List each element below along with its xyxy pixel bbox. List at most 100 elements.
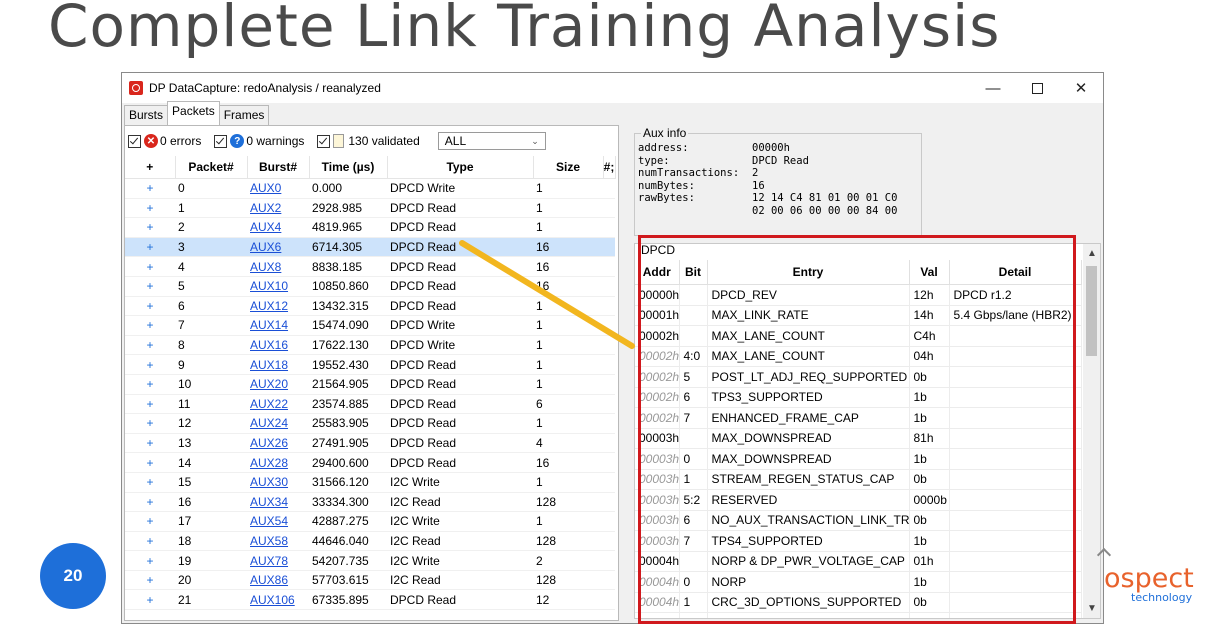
dpcd-row[interactable]: 00004h4:2RESERVED000b <box>635 612 1082 618</box>
dpcd-row[interactable]: 00003h 5:2 RESERVED 0000b <box>635 489 1082 511</box>
dpcd-row[interactable]: 00003h 0 MAX_DOWNSPREAD 1b <box>635 448 1082 470</box>
validated-checkbox[interactable] <box>317 134 331 148</box>
col-val-header[interactable]: Val <box>909 260 950 285</box>
burst-link[interactable]: AUX14 <box>247 315 309 336</box>
burst-link[interactable]: AUX106 <box>247 589 309 611</box>
tab-bursts[interactable]: Bursts <box>124 105 169 125</box>
packet-row[interactable]: +17 AUX54 42887.275 I2C Write 1 <box>125 511 615 532</box>
expand-toggle[interactable]: + <box>125 354 175 375</box>
packet-row[interactable]: +10 AUX20 21564.905 DPCD Read 1 <box>125 374 615 395</box>
burst-link[interactable]: AUX34 <box>247 492 309 513</box>
dpcd-row[interactable]: 00002h MAX_LANE_COUNT C4h <box>635 325 1082 347</box>
burst-link[interactable]: AUX0 <box>247 178 309 199</box>
packet-row[interactable]: +9 AUX18 19552.430 DPCD Read 1 <box>125 354 615 375</box>
burst-link[interactable]: AUX12 <box>247 296 309 317</box>
burst-link[interactable]: AUX22 <box>247 394 309 415</box>
burst-link[interactable]: AUX18 <box>247 354 309 375</box>
burst-link[interactable]: AUX86 <box>247 570 309 591</box>
packet-row[interactable]: +18 AUX58 44646.040 I2C Read 128 <box>125 531 615 552</box>
packet-row[interactable]: +6 AUX12 13432.315 DPCD Read 1 <box>125 296 615 317</box>
scroll-up-icon[interactable]: ▲ <box>1087 248 1097 259</box>
packet-row[interactable]: +21 AUX106 67335.895 DPCD Read 12 <box>125 589 615 611</box>
expand-toggle[interactable]: + <box>125 589 175 611</box>
expand-toggle[interactable]: + <box>125 237 175 258</box>
packet-row[interactable]: +5 AUX10 10850.860 DPCD Read 16 <box>125 276 615 297</box>
expand-toggle[interactable]: + <box>125 413 175 434</box>
packet-row[interactable]: +16 AUX34 33334.300 I2C Read 128 <box>125 492 615 513</box>
expand-toggle[interactable]: + <box>125 570 175 591</box>
expand-toggle[interactable]: + <box>125 276 175 297</box>
expand-toggle[interactable]: + <box>125 335 175 356</box>
burst-link[interactable]: AUX54 <box>247 511 309 532</box>
packet-row[interactable]: +8 AUX16 17622.130 DPCD Write 1 <box>125 335 615 356</box>
col-size-header[interactable]: Size <box>533 156 604 179</box>
burst-link[interactable]: AUX8 <box>247 256 309 277</box>
warnings-checkbox[interactable] <box>214 134 228 148</box>
burst-link[interactable]: AUX24 <box>247 413 309 434</box>
dpcd-row[interactable]: 00002h 4:0 MAX_LANE_COUNT 04h <box>635 346 1082 367</box>
expand-toggle[interactable]: + <box>125 315 175 336</box>
burst-link[interactable]: AUX26 <box>247 433 309 454</box>
expand-toggle[interactable]: + <box>125 452 175 473</box>
burst-link[interactable]: AUX16 <box>247 335 309 356</box>
tab-packets[interactable]: Packets <box>167 101 220 125</box>
expand-toggle[interactable]: + <box>125 217 175 238</box>
close-button[interactable]: ✕ <box>1059 73 1103 103</box>
expand-toggle[interactable]: + <box>125 511 175 532</box>
packet-row[interactable]: +15 AUX30 31566.120 I2C Write 1 <box>125 472 615 493</box>
expand-toggle[interactable]: + <box>125 178 175 199</box>
col-expand-header[interactable]: + <box>125 156 176 179</box>
col-packet-header[interactable]: Packet# <box>175 156 248 179</box>
type-filter-select[interactable]: ALL ⌄ <box>437 132 546 150</box>
expand-toggle[interactable]: + <box>125 198 175 219</box>
dpcd-row[interactable]: 00003h MAX_DOWNSPREAD 81h <box>635 428 1082 449</box>
packet-row[interactable]: +4 AUX8 8838.185 DPCD Read 16 <box>125 256 615 277</box>
packet-row[interactable]: +13 AUX26 27491.905 DPCD Read 4 <box>125 433 615 454</box>
dpcd-row[interactable]: 00001h MAX_LINK_RATE 14h 5.4 Gbps/lane (HBR… <box>635 305 1082 326</box>
dpcd-row[interactable]: 00003h 7 TPS4_SUPPORTED 1b <box>635 530 1082 552</box>
col-more-header[interactable]: #; <box>603 156 616 179</box>
dpcd-row[interactable]: 00002h 7 ENHANCED_FRAME_CAP 1b <box>635 407 1082 429</box>
maximize-button[interactable] <box>1015 73 1059 103</box>
col-burst-header[interactable]: Burst# <box>247 156 310 179</box>
packet-row[interactable]: +19 AUX78 54207.735 I2C Write 2 <box>125 550 615 571</box>
dpcd-row[interactable]: 00002h 6 TPS3_SUPPORTED 1b <box>635 387 1082 408</box>
expand-toggle[interactable]: + <box>125 256 175 277</box>
dpcd-row[interactable]: 00004h 0 NORP 1b <box>635 571 1082 593</box>
col-detail-header[interactable]: Detail <box>949 260 1082 285</box>
burst-link[interactable]: AUX4 <box>247 217 309 238</box>
scroll-down-icon[interactable]: ▼ <box>1087 603 1097 614</box>
dpcd-row[interactable]: 00002h 5 POST_LT_ADJ_REQ_SUPPORTED 0b <box>635 366 1082 388</box>
dpcd-scrollbar[interactable]: ▲ ▼ <box>1083 244 1100 618</box>
burst-link[interactable]: AUX10 <box>247 276 309 297</box>
packet-row[interactable]: +12 AUX24 25583.905 DPCD Read 1 <box>125 413 615 434</box>
dpcd-row[interactable]: 00000h DPCD_REV 12h DPCD r1.2 <box>635 284 1082 306</box>
packet-row[interactable]: +11 AUX22 23574.885 DPCD Read 6 <box>125 394 615 415</box>
packet-row[interactable]: +3 AUX6 6714.305 DPCD Read 16 <box>125 237 615 258</box>
burst-link[interactable]: AUX78 <box>247 550 309 571</box>
burst-link[interactable]: AUX58 <box>247 531 309 552</box>
expand-toggle[interactable]: + <box>125 296 175 317</box>
dpcd-row[interactable]: 00004h 1 CRC_3D_OPTIONS_SUPPORTED 0b <box>635 592 1082 613</box>
expand-toggle[interactable]: + <box>125 394 175 415</box>
packet-row[interactable]: +2 AUX4 4819.965 DPCD Read 1 <box>125 217 615 238</box>
burst-link[interactable]: AUX30 <box>247 472 309 493</box>
col-time-header[interactable]: Time (µs) <box>309 156 388 179</box>
expand-toggle[interactable]: + <box>125 550 175 571</box>
dpcd-row[interactable]: 00003h 1 STREAM_REGEN_STATUS_CAP 0b <box>635 469 1082 490</box>
scroll-thumb[interactable] <box>1086 266 1097 356</box>
errors-checkbox[interactable] <box>128 134 141 148</box>
packet-row[interactable]: +0 AUX0 0.000 DPCD Write 1 <box>125 178 615 199</box>
col-addr-header[interactable]: Addr <box>635 260 680 285</box>
tab-frames[interactable]: Frames <box>218 105 270 125</box>
dpcd-row[interactable]: 00004h NORP & DP_PWR_VOLTAGE_CAP 01h <box>635 551 1082 572</box>
dpcd-row[interactable]: 00003h 6 NO_AUX_TRANSACTION_LINK_TRAIN 0b <box>635 510 1082 531</box>
expand-toggle[interactable]: + <box>125 531 175 552</box>
col-bit-header[interactable]: Bit <box>679 260 708 285</box>
minimize-button[interactable]: — <box>971 73 1015 103</box>
col-entry-header[interactable]: Entry <box>707 260 910 285</box>
burst-link[interactable]: AUX20 <box>247 374 309 395</box>
col-type-header[interactable]: Type <box>387 156 534 179</box>
expand-toggle[interactable]: + <box>125 472 175 493</box>
burst-link[interactable]: AUX6 <box>247 237 309 258</box>
